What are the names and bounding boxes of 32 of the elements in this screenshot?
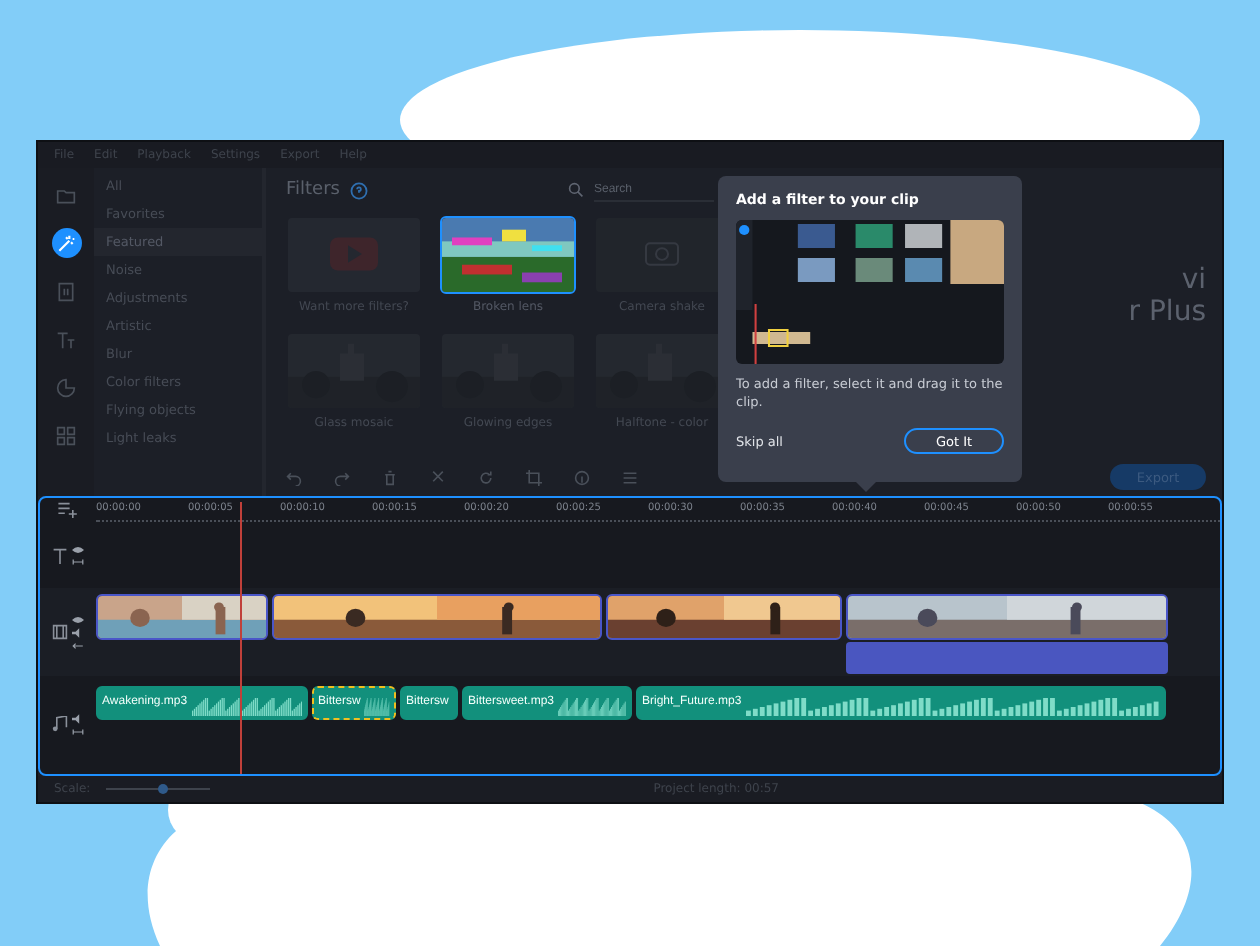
filter-thumbnail[interactable] <box>440 216 576 294</box>
search-icon <box>568 182 584 198</box>
speaker-icon[interactable] <box>72 713 84 723</box>
waveform-drawing <box>191 698 302 716</box>
link-icon[interactable] <box>72 727 84 735</box>
film-icon <box>52 624 68 640</box>
scissors-icon[interactable] <box>430 470 446 486</box>
undo-icon[interactable] <box>286 470 302 486</box>
text-icon <box>52 547 68 563</box>
preview-text: r Plus <box>1128 296 1206 328</box>
panel-title: Filters <box>286 180 340 200</box>
music-note-icon <box>52 716 68 732</box>
link-icon[interactable] <box>72 557 84 565</box>
redo-icon[interactable] <box>334 470 350 486</box>
trash-icon[interactable] <box>382 470 398 486</box>
help-icon[interactable] <box>349 181 368 199</box>
rotate-icon[interactable] <box>478 470 494 486</box>
add-track-icon[interactable] <box>58 502 78 518</box>
list-icon[interactable] <box>622 470 638 486</box>
waveform-drawing <box>364 698 390 716</box>
slider-thumb[interactable] <box>158 783 169 793</box>
preview-text: vi <box>1181 264 1206 296</box>
eye-icon[interactable] <box>72 615 84 623</box>
clip-effect-bar[interactable] <box>846 642 1168 674</box>
info-icon[interactable] <box>574 470 590 486</box>
eye-icon[interactable] <box>72 545 84 553</box>
waveform-drawing <box>558 698 626 716</box>
speaker-icon[interactable] <box>72 627 84 637</box>
arrow-icon[interactable] <box>72 641 84 649</box>
filter-thumbnail[interactable] <box>286 216 422 294</box>
wand-icon[interactable] <box>51 228 81 258</box>
crop-icon[interactable] <box>526 470 542 486</box>
